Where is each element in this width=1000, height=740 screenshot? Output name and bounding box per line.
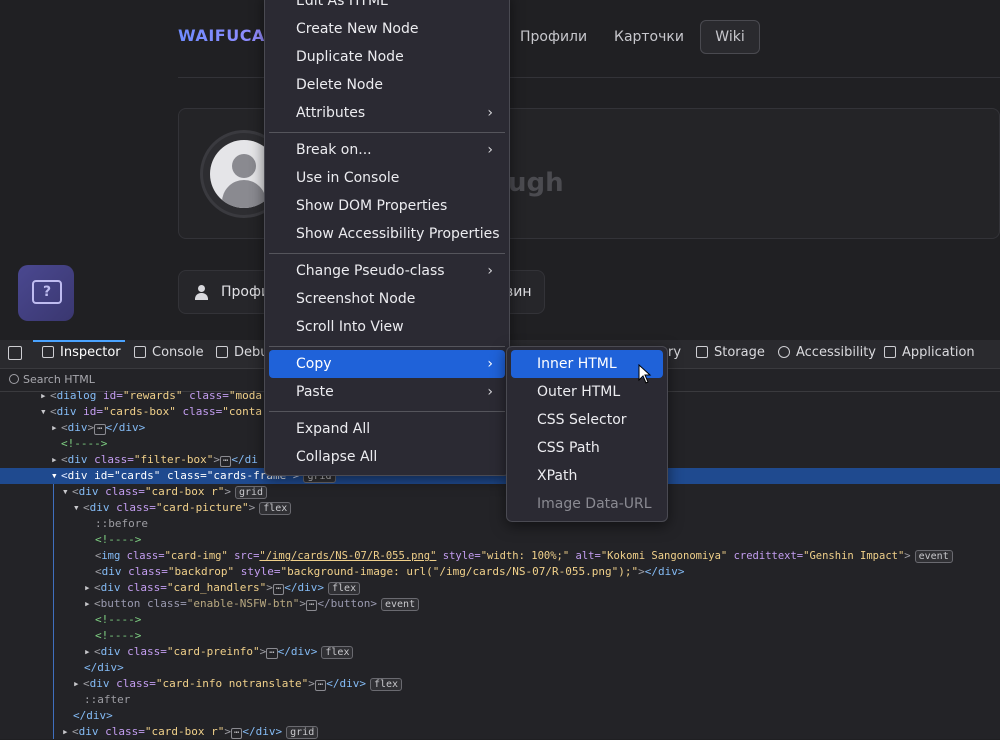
collapsed-ellipsis[interactable]: ⋯ <box>230 728 243 739</box>
tab-console[interactable]: Console <box>134 345 204 360</box>
tree-node[interactable]: ▸ <div class="card-preinfo"> ⋯ </div> flex <box>0 644 1000 660</box>
context-menu: Edit As HTML Create New Node Duplicate N… <box>264 0 510 476</box>
flex-badge[interactable]: flex <box>259 502 292 515</box>
menu-separator <box>269 132 505 133</box>
tree-comment[interactable]: <!----> <box>0 628 1000 644</box>
tree-close-tag[interactable]: </div> <box>0 660 1000 676</box>
menu-show-dom-properties[interactable]: Show DOM Properties <box>269 192 505 220</box>
accessibility-icon <box>778 346 790 358</box>
inspector-icon <box>42 346 54 358</box>
tree-node[interactable]: ▸ <div class="card-box r"> ⋯ </div> grid <box>0 724 1000 740</box>
profile-name: ugh <box>508 168 564 198</box>
collapsed-ellipsis[interactable]: ⋯ <box>94 424 106 435</box>
site-logo[interactable]: WAIFUCAR <box>178 26 278 45</box>
question-chat-icon: ? <box>32 280 62 304</box>
tree-comment[interactable]: <!----> <box>0 532 1000 548</box>
tree-node[interactable]: ▾ <div class="card-box r"> grid <box>0 484 1000 500</box>
tree-comment[interactable]: <!----> <box>0 612 1000 628</box>
active-tab-indicator <box>33 340 125 342</box>
element-picker-icon[interactable] <box>8 346 22 360</box>
menu-duplicate-node[interactable]: Duplicate Node <box>269 43 505 71</box>
submenu-arrow-icon: › <box>487 263 493 279</box>
flex-badge[interactable]: flex <box>328 582 361 595</box>
menu-break-on[interactable]: Break on... › <box>269 136 505 164</box>
copy-image-data-url: Image Data-URL <box>537 496 652 512</box>
search-icon <box>9 374 19 384</box>
collapsed-ellipsis[interactable]: ⋯ <box>272 584 285 595</box>
nav-cards[interactable]: Карточки <box>614 29 684 45</box>
menu-expand-all[interactable]: Expand All <box>269 415 505 443</box>
menu-copy[interactable]: Copy › <box>269 350 505 378</box>
tree-node[interactable]: ▾ <div class="card-picture"> flex <box>0 500 1000 516</box>
console-icon <box>134 346 146 358</box>
tree-close-tag[interactable]: </div> <box>0 708 1000 724</box>
tree-pseudo[interactable]: ::before <box>0 516 1000 532</box>
event-badge[interactable]: event <box>914 550 953 563</box>
submenu-arrow-icon: › <box>487 142 493 158</box>
tab-accessibility[interactable]: Accessibility <box>778 345 876 360</box>
tab-application[interactable]: Application <box>884 345 975 360</box>
mouse-cursor-icon <box>638 364 652 384</box>
copy-css-path[interactable]: CSS Path <box>511 434 663 462</box>
tree-node[interactable]: <div class="backdrop" style="background-… <box>0 564 1000 580</box>
menu-scroll-into-view[interactable]: Scroll Into View <box>269 313 505 341</box>
help-button[interactable]: ? <box>18 265 74 321</box>
copy-xpath[interactable]: XPath <box>511 462 663 490</box>
tree-node[interactable]: ▸ <div class="card_handlers"> ⋯ </div> flex <box>0 580 1000 596</box>
menu-create-new-node[interactable]: Create New Node <box>269 15 505 43</box>
tree-node[interactable]: ▸ <button class="enable-NSFW-btn"> ⋯ </butt… <box>0 596 1000 612</box>
application-grid-icon <box>884 346 896 358</box>
menu-separator <box>269 411 505 412</box>
tree-node[interactable]: ▸ <div class="card-info notranslate"> ⋯ </d… <box>0 676 1000 692</box>
debugger-icon <box>216 346 228 358</box>
tab-storage[interactable]: Storage <box>696 345 765 360</box>
grid-badge[interactable]: grid <box>286 726 319 739</box>
nav-wiki-button[interactable]: Wiki <box>700 20 760 54</box>
menu-delete-node[interactable]: Delete Node <box>269 71 505 99</box>
tab-inspector[interactable]: Inspector <box>42 345 121 360</box>
tab-memory[interactable]: ry <box>668 345 681 360</box>
collapsed-ellipsis[interactable]: ⋯ <box>305 600 318 611</box>
menu-show-accessibility-properties[interactable]: Show Accessibility Properties <box>269 220 505 248</box>
event-badge[interactable]: event <box>381 598 420 611</box>
flex-badge[interactable]: flex <box>370 678 403 691</box>
tab-profile[interactable]: Профи <box>221 284 270 300</box>
menu-edit-as-html[interactable]: Edit As HTML <box>269 0 505 15</box>
submenu-arrow-icon: › <box>487 105 493 121</box>
collapsed-ellipsis[interactable]: ⋯ <box>266 648 278 659</box>
menu-paste[interactable]: Paste › <box>269 378 505 406</box>
submenu-arrow-icon: › <box>487 384 493 400</box>
collapsed-ellipsis[interactable]: ⋯ <box>314 680 327 691</box>
user-icon <box>195 285 208 300</box>
menu-use-in-console[interactable]: Use in Console <box>269 164 505 192</box>
menu-change-pseudo-class[interactable]: Change Pseudo-class › <box>269 257 505 285</box>
collapsed-ellipsis[interactable]: ⋯ <box>219 456 232 467</box>
menu-separator <box>269 346 505 347</box>
nav-profiles[interactable]: Профили <box>520 29 587 45</box>
tree-node[interactable]: <img class="card-img" src="/img/cards/NS… <box>0 548 1000 564</box>
storage-icon <box>696 346 708 358</box>
copy-css-selector[interactable]: CSS Selector <box>511 406 663 434</box>
grid-badge[interactable]: grid <box>234 486 268 499</box>
search-input[interactable]: Search HTML <box>23 373 95 386</box>
menu-collapse-all[interactable]: Collapse All <box>269 443 505 471</box>
flex-badge[interactable]: flex <box>321 646 354 659</box>
submenu-arrow-icon: › <box>487 356 493 372</box>
menu-separator <box>269 253 505 254</box>
tree-pseudo[interactable]: ::after <box>0 692 1000 708</box>
menu-screenshot-node[interactable]: Screenshot Node <box>269 285 505 313</box>
menu-attributes[interactable]: Attributes › <box>269 99 505 127</box>
tab-debugger[interactable]: Debu <box>216 345 269 360</box>
